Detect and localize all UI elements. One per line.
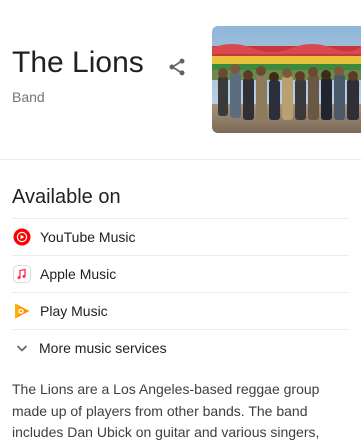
knowledge-panel: The Lions Band Available on YouTube Musi…	[0, 0, 361, 447]
band-description: The Lions are a Los Angeles-based reggae…	[12, 381, 320, 440]
entity-title: The Lions	[12, 46, 144, 79]
chevron-down-icon	[13, 339, 31, 357]
service-label: YouTube Music	[40, 229, 136, 245]
music-services-list: YouTube Music Apple Music Play Music Mor…	[12, 218, 349, 366]
service-label: Play Music	[40, 303, 108, 319]
service-play-music[interactable]: Play Music	[12, 293, 349, 330]
band-photo[interactable]	[212, 26, 361, 133]
more-music-services-label: More music services	[39, 340, 167, 356]
available-on-heading: Available on	[12, 186, 121, 208]
youtube-music-icon	[13, 228, 31, 246]
service-youtube-music[interactable]: YouTube Music	[12, 219, 349, 256]
share-button[interactable]	[162, 52, 192, 82]
more-music-services-button[interactable]: More music services	[12, 330, 349, 366]
panel-header: The Lions Band	[0, 0, 361, 160]
band-photo-image	[212, 26, 361, 133]
entity-subtitle: Band	[12, 89, 45, 105]
share-icon	[169, 58, 185, 76]
service-apple-music[interactable]: Apple Music	[12, 256, 349, 293]
apple-music-icon	[13, 265, 31, 283]
play-music-icon	[13, 302, 31, 320]
service-label: Apple Music	[40, 266, 117, 282]
